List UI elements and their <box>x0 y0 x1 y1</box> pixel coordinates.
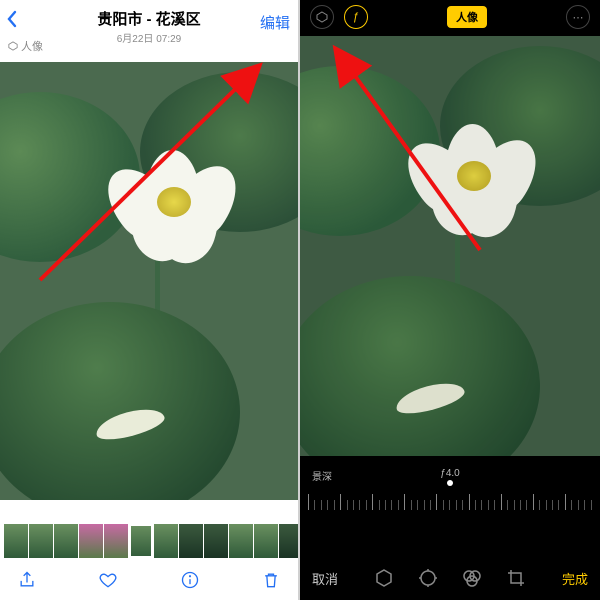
slider-tick <box>501 494 502 510</box>
slider-tick <box>546 500 547 510</box>
adjust-tab[interactable] <box>417 567 439 589</box>
slider-tick <box>314 500 315 510</box>
slider-tick <box>308 494 309 510</box>
slider-tick <box>578 500 579 510</box>
photo-content <box>0 62 298 500</box>
more-button[interactable]: ⋯ <box>566 5 590 29</box>
photo-content <box>300 36 600 456</box>
slider-tick <box>436 494 437 510</box>
hexagon-icon <box>8 41 18 51</box>
crop-tab[interactable] <box>505 567 527 589</box>
thumbnail[interactable] <box>204 524 228 558</box>
photos-detail-pane: 贵阳市 - 花溪区 6月22日 07:29 编辑 人像 <box>0 0 300 600</box>
thumbnail[interactable] <box>279 524 298 558</box>
slider-tick <box>385 500 386 510</box>
aperture-value: ƒ4.0 <box>300 468 600 479</box>
slider-tick <box>417 500 418 510</box>
slider-tick <box>449 500 450 510</box>
share-button[interactable] <box>16 569 38 591</box>
slider-tick <box>404 494 405 510</box>
slider-tick <box>475 500 476 510</box>
slider-tick <box>398 500 399 510</box>
slider-tick <box>456 500 457 510</box>
portrait-mode-badge: 人像 <box>8 38 43 54</box>
slider-tick <box>340 494 341 510</box>
slider-tick <box>321 500 322 510</box>
slider-tick <box>327 500 328 510</box>
slider-tick <box>443 500 444 510</box>
slider-tick <box>571 500 572 510</box>
slider-tick <box>520 500 521 510</box>
slider-tick <box>366 500 367 510</box>
thumbnail[interactable] <box>179 524 203 558</box>
portrait-mode-label: 人像 <box>21 38 43 54</box>
edit-bottom-bar: 取消 完成 <box>300 556 600 600</box>
cancel-button[interactable]: 取消 <box>312 569 338 588</box>
portrait-mode-badge[interactable]: 人像 <box>447 6 487 28</box>
timestamp-subtitle: 6月22日 07:29 <box>0 30 298 45</box>
delete-button[interactable] <box>260 569 282 591</box>
photo-view[interactable] <box>0 62 298 500</box>
slider-tick <box>462 500 463 510</box>
title-block: 贵阳市 - 花溪区 6月22日 07:29 <box>0 8 298 45</box>
slider-tick <box>430 500 431 510</box>
portrait-tab[interactable] <box>373 567 395 589</box>
slider-tick <box>526 500 527 510</box>
slider-tick <box>494 500 495 510</box>
thumbnail[interactable] <box>254 524 278 558</box>
slider-tick <box>334 500 335 510</box>
thumbnail-strip[interactable] <box>0 524 298 558</box>
slider-tick <box>514 500 515 510</box>
slider-tick <box>359 500 360 510</box>
edit-top-bar: ƒ 人像 ⋯ <box>300 0 600 34</box>
thumbnail[interactable] <box>54 524 78 558</box>
thumbnail[interactable] <box>79 524 103 558</box>
thumbnail-selected[interactable] <box>129 524 153 558</box>
depth-slider[interactable] <box>308 484 592 510</box>
info-button[interactable] <box>179 569 201 591</box>
thumbnail[interactable] <box>154 524 178 558</box>
bottom-toolbar <box>0 560 298 600</box>
slider-tick <box>379 500 380 510</box>
slider-tick <box>533 494 534 510</box>
slider-tick <box>539 500 540 510</box>
hexagon-tool[interactable] <box>310 5 334 29</box>
slider-tick <box>372 494 373 510</box>
slider-tick <box>507 500 508 510</box>
slider-tick <box>347 500 348 510</box>
slider-tick <box>411 500 412 510</box>
location-title: 贵阳市 - 花溪区 <box>0 8 298 29</box>
edit-button[interactable]: 编辑 <box>260 12 290 33</box>
thumbnail[interactable] <box>29 524 53 558</box>
slider-tick <box>391 500 392 510</box>
edit-photo-view[interactable] <box>300 36 600 456</box>
thumbnail[interactable] <box>229 524 253 558</box>
done-button[interactable]: 完成 <box>562 569 588 588</box>
thumbnail[interactable] <box>104 524 128 558</box>
portrait-light-tool[interactable]: ƒ <box>344 5 368 29</box>
slider-tick <box>353 500 354 510</box>
slider-tick <box>481 500 482 510</box>
slider-tick <box>424 500 425 510</box>
slider-tick <box>552 500 553 510</box>
photo-edit-pane: ƒ 人像 ⋯ <box>300 0 600 600</box>
slider-tick <box>469 494 470 510</box>
flash-icon: ƒ <box>353 11 359 23</box>
like-button[interactable] <box>97 569 119 591</box>
slider-tick <box>591 500 592 510</box>
slider-tick <box>584 500 585 510</box>
filters-tab[interactable] <box>461 567 483 589</box>
slider-tick <box>558 500 559 510</box>
slider-tick <box>488 500 489 510</box>
thumbnail[interactable] <box>4 524 28 558</box>
slider-tick <box>565 494 566 510</box>
